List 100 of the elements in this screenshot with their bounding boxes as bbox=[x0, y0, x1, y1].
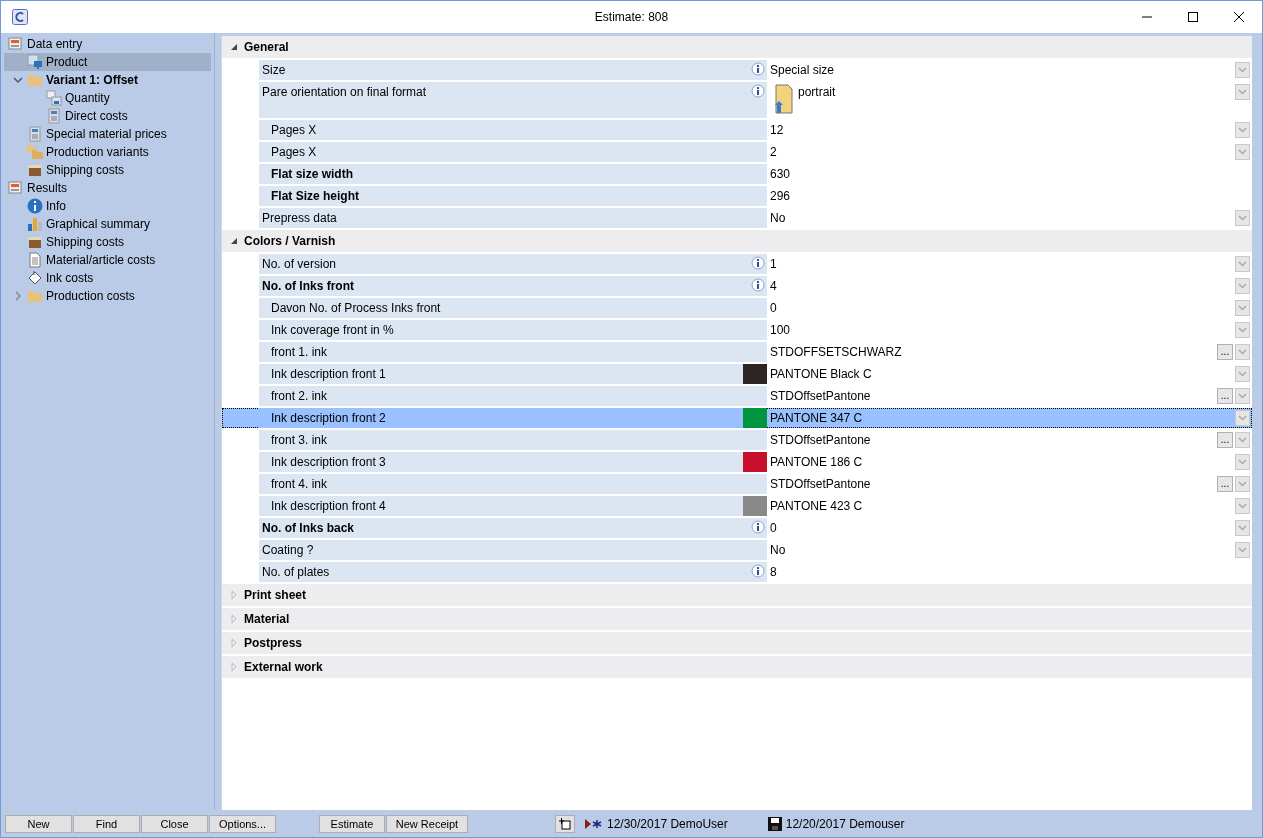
browse-button[interactable]: ... bbox=[1217, 388, 1233, 404]
property-name: front 2. ink bbox=[271, 388, 328, 405]
info-icon[interactable] bbox=[751, 520, 765, 534]
dropdown-button[interactable] bbox=[1235, 410, 1250, 426]
browse-button[interactable]: ... bbox=[1217, 432, 1233, 448]
property-value[interactable]: 0 bbox=[770, 298, 777, 318]
property-value[interactable]: PANTONE 186 C bbox=[770, 452, 863, 472]
property-value[interactable]: 0 bbox=[770, 518, 777, 538]
section-header[interactable]: Postpress bbox=[222, 632, 1252, 654]
section-header[interactable]: Colors / Varnish bbox=[222, 230, 1252, 252]
dropdown-button[interactable] bbox=[1235, 542, 1250, 558]
property-value[interactable]: 630 bbox=[770, 164, 791, 184]
property-value[interactable]: 100 bbox=[770, 320, 791, 340]
dropdown-button[interactable] bbox=[1235, 300, 1250, 316]
tree-item[interactable]: Variant 1: Offset bbox=[4, 71, 211, 89]
property-value[interactable]: STDOFFSETSCHWARZ bbox=[770, 342, 902, 362]
property-value[interactable]: 2 bbox=[770, 142, 777, 162]
bar-chart-icon bbox=[27, 216, 43, 232]
dropdown-button[interactable] bbox=[1235, 344, 1250, 360]
info-icon[interactable] bbox=[751, 62, 765, 76]
property-name: Ink coverage front in % bbox=[271, 322, 394, 339]
footer-button[interactable]: New bbox=[5, 814, 72, 833]
tree-item[interactable]: Shipping costs bbox=[4, 233, 211, 251]
caret-icon bbox=[1238, 525, 1247, 531]
dropdown-button[interactable] bbox=[1235, 144, 1250, 160]
section-header[interactable]: External work bbox=[222, 656, 1252, 678]
caret-icon bbox=[1238, 127, 1247, 133]
tree-item[interactable]: Production variants bbox=[4, 143, 211, 161]
dropdown-button[interactable] bbox=[1235, 278, 1250, 294]
property-value[interactable]: 296 bbox=[770, 186, 791, 206]
caret-icon bbox=[1238, 547, 1247, 553]
saved-info: 12/20/2017 Demouser bbox=[785, 816, 905, 831]
property-name: No. of Inks front bbox=[262, 278, 354, 295]
property-value[interactable]: No bbox=[770, 208, 786, 228]
property-value[interactable]: 12 bbox=[770, 120, 784, 140]
browse-button[interactable]: ... bbox=[1217, 344, 1233, 360]
section-header[interactable]: Print sheet bbox=[222, 584, 1252, 606]
calculator-icon bbox=[27, 126, 43, 142]
property-value[interactable]: STDOffsetPantone bbox=[770, 430, 871, 450]
chevron-down-icon[interactable] bbox=[13, 75, 23, 85]
footer-button[interactable]: Estimate bbox=[319, 814, 385, 833]
property-name: front 3. ink bbox=[271, 432, 328, 449]
created-info: 12/30/2017 DemoUser bbox=[607, 816, 728, 831]
footer-button[interactable]: Close bbox=[141, 814, 208, 833]
dropdown-button[interactable] bbox=[1235, 388, 1250, 404]
caret-icon bbox=[1238, 283, 1247, 289]
info-icon[interactable] bbox=[751, 84, 765, 98]
tree-item[interactable]: Shipping costs bbox=[4, 161, 211, 179]
property-value[interactable]: STDOffsetPantone bbox=[770, 474, 871, 494]
dropdown-button[interactable] bbox=[1235, 256, 1250, 272]
browse-button[interactable]: ... bbox=[1217, 476, 1233, 492]
maximize-icon bbox=[1188, 12, 1198, 22]
info-icon[interactable] bbox=[751, 564, 765, 578]
property-value[interactable]: PANTONE 423 C bbox=[770, 496, 863, 516]
section-header[interactable]: General bbox=[222, 36, 1252, 58]
chevron-right-icon[interactable] bbox=[13, 291, 23, 301]
expanded-triangle-icon bbox=[230, 237, 238, 245]
dropdown-button[interactable] bbox=[1235, 454, 1250, 470]
tree-item[interactable]: Results bbox=[4, 179, 211, 197]
dropdown-button[interactable] bbox=[1235, 122, 1250, 138]
property-name: Size bbox=[262, 62, 286, 79]
tree-item[interactable]: Material/article costs bbox=[4, 251, 211, 269]
info-icon[interactable] bbox=[751, 278, 765, 292]
property-value[interactable]: PANTONE 347 C bbox=[770, 408, 863, 428]
new-window-button[interactable] bbox=[555, 814, 575, 833]
dropdown-button[interactable] bbox=[1235, 366, 1250, 382]
tree-item[interactable]: Production costs bbox=[4, 287, 211, 305]
dropdown-button[interactable] bbox=[1235, 84, 1250, 100]
tree-item[interactable]: Info bbox=[4, 197, 211, 215]
caret-icon bbox=[1238, 149, 1247, 155]
property-value[interactable]: 4 bbox=[770, 276, 777, 296]
dropdown-button[interactable] bbox=[1235, 210, 1250, 226]
dropdown-button[interactable] bbox=[1235, 498, 1250, 514]
property-value[interactable]: Special size bbox=[770, 60, 835, 80]
dropdown-button[interactable] bbox=[1235, 476, 1250, 492]
info-icon[interactable] bbox=[751, 256, 765, 270]
caret-icon bbox=[1238, 393, 1247, 399]
tree-item[interactable]: Ink costs bbox=[4, 269, 211, 287]
section-header[interactable]: Material bbox=[222, 608, 1252, 630]
property-value[interactable]: STDOffsetPantone bbox=[770, 386, 871, 406]
footer-button[interactable]: Find bbox=[73, 814, 140, 833]
tree-item[interactable]: Product bbox=[4, 53, 211, 71]
property-value[interactable]: PANTONE Black C bbox=[770, 364, 872, 384]
property-value[interactable]: 8 bbox=[770, 562, 777, 582]
dropdown-button[interactable] bbox=[1235, 322, 1250, 338]
dropdown-button[interactable] bbox=[1235, 432, 1250, 448]
tree-item[interactable]: Graphical summary bbox=[4, 215, 211, 233]
property-value[interactable]: No bbox=[770, 540, 786, 560]
dropdown-button[interactable] bbox=[1235, 520, 1250, 536]
footer-button[interactable]: New Receipt bbox=[386, 814, 468, 833]
collapsed-triangle-icon bbox=[230, 663, 238, 671]
dropdown-button[interactable] bbox=[1235, 62, 1250, 78]
tree-item[interactable]: Special material prices bbox=[4, 125, 211, 143]
tree-item[interactable]: Quantity bbox=[4, 89, 211, 107]
property-value[interactable]: portrait bbox=[798, 82, 836, 102]
caret-icon bbox=[1238, 503, 1247, 509]
tree-item[interactable]: Direct costs bbox=[4, 107, 211, 125]
tree-item[interactable]: Data entry bbox=[4, 35, 211, 53]
footer-button[interactable]: Options... bbox=[209, 814, 276, 833]
property-value[interactable]: 1 bbox=[770, 254, 777, 274]
